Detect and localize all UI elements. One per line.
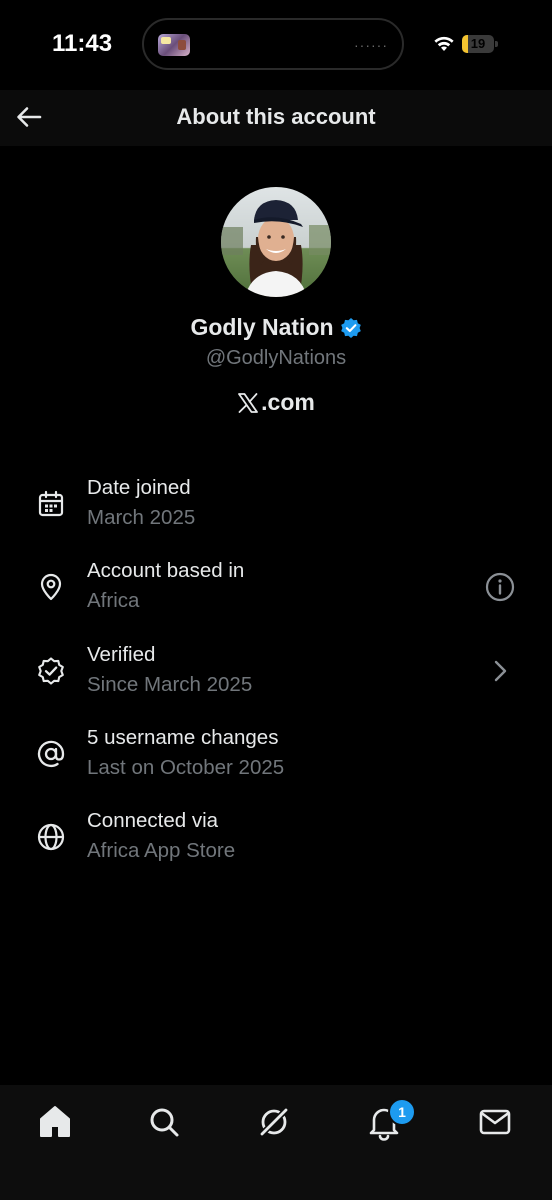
info-subtitle: Africa [87,589,140,613]
battery-cap [495,41,498,47]
calendar-icon [38,490,64,517]
top-header: About this account [0,90,552,146]
status-time: 11:43 [52,30,113,57]
info-row-verified[interactable]: Verified Since March 2025 [0,637,552,720]
search-icon[interactable] [144,1102,184,1142]
display-name-row: Godly Nation [0,314,552,341]
profile-photo [221,187,331,297]
verified-check-icon [38,657,64,685]
globe-icon [37,824,65,851]
notification-badge: 1 [388,1098,416,1126]
island-dots: ······ [354,37,388,53]
site-domain: .com [261,389,315,415]
info-subtitle: Since March 2025 [87,672,253,696]
page-title: About this account [176,104,376,129]
info-title: Connected via [87,809,219,833]
status-bar: 11:43 ······ 19 [0,0,552,90]
battery-indicator: 19 [462,35,494,53]
info-title: 5 username changes [87,725,279,749]
info-row-connected-via: Connected via Africa App Store [0,803,552,886]
info-row-account-based-in: Account based in Africa [0,553,552,636]
profile-avatar[interactable] [221,187,331,297]
info-row-date-joined: Date joined March 2025 [0,470,552,553]
x-logo-icon [238,392,259,413]
home-icon[interactable] [35,1102,75,1142]
x-site-link[interactable]: .com [0,389,552,416]
location-pin-icon [40,574,62,601]
messages-mail-icon[interactable] [475,1102,515,1142]
user-handle: @GodlyNations [205,347,347,369]
dynamic-island[interactable]: ······ [142,18,404,70]
info-subtitle: Last on October 2025 [87,755,285,779]
verified-badge-icon[interactable] [340,317,362,339]
account-info-list: Date joined March 2025 Account based in … [0,470,552,886]
info-icon[interactable] [484,571,516,603]
info-subtitle: March 2025 [87,506,196,529]
bottom-nav: 1 [0,1085,552,1200]
display-name: Godly Nation [190,314,334,340]
grok-icon[interactable] [254,1102,294,1142]
info-row-username-changes: 5 username changes Last on October 2025 [0,720,552,803]
chevron-right-icon[interactable] [484,655,516,687]
at-sign-icon [37,740,65,767]
now-playing-thumbnail [158,34,190,56]
info-title: Account based in [87,559,245,583]
info-subtitle: Africa App Store [87,839,236,863]
wifi-icon [434,36,454,51]
info-title: Date joined [87,476,191,499]
info-title: Verified [87,642,156,666]
battery-percent: 19 [470,36,486,51]
